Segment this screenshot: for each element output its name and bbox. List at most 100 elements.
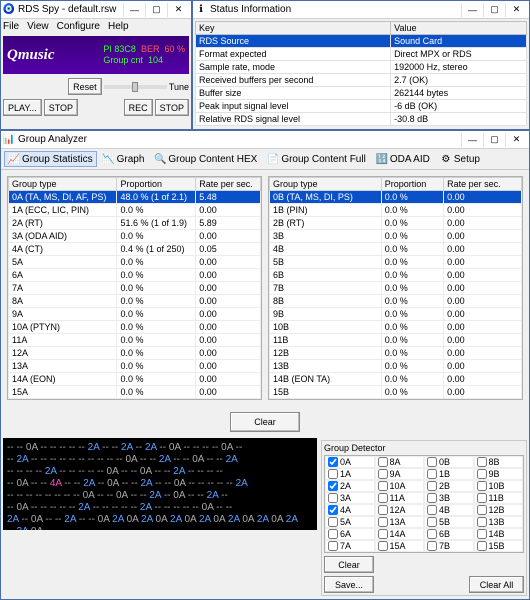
close-button[interactable]: ✕ <box>505 3 527 17</box>
stop-play-button[interactable]: STOP <box>44 99 78 116</box>
detector-checkbox[interactable] <box>477 505 487 515</box>
tool-group-content-full[interactable]: 📄Group Content Full <box>263 151 370 167</box>
detector-item-4B[interactable]: 4B <box>424 504 474 516</box>
detector-checkbox[interactable] <box>328 457 338 467</box>
detector-item-5A[interactable]: 5A <box>325 516 375 528</box>
group-row[interactable]: 11B0.0 %0.00 <box>270 334 522 347</box>
status-row[interactable]: Buffer size262144 bytes <box>196 87 527 100</box>
detector-checkbox[interactable] <box>427 493 437 503</box>
detector-checkbox[interactable] <box>477 529 487 539</box>
group-row[interactable]: 1A (ECC, LIC, PIN)0.0 %0.00 <box>9 204 261 217</box>
detector-checkbox[interactable] <box>328 481 338 491</box>
detector-checkbox[interactable] <box>427 541 437 551</box>
detector-checkbox[interactable] <box>477 457 487 467</box>
status-row[interactable]: Relative RDS signal level-30.8 dB <box>196 113 527 126</box>
detector-item-9B[interactable]: 9B <box>474 468 524 480</box>
minimize-button[interactable]: — <box>461 3 483 17</box>
detector-item-15B[interactable]: 15B <box>474 540 524 552</box>
detector-item-12A[interactable]: 12A <box>375 504 425 516</box>
status-row[interactable]: Received buffers per second2.7 (OK) <box>196 74 527 87</box>
group-row[interactable]: 6A0.0 %0.00 <box>9 269 261 282</box>
detector-item-2B[interactable]: 2B <box>424 480 474 492</box>
detector-checkbox[interactable] <box>477 517 487 527</box>
analyzer-titlebar[interactable]: 📊 Group Analyzer — ▢ ✕ <box>1 131 529 149</box>
detector-checkbox[interactable] <box>378 517 388 527</box>
group-row[interactable]: 9A0.0 %0.00 <box>9 308 261 321</box>
detector-checkbox[interactable] <box>427 469 437 479</box>
group-row[interactable]: 0A (TA, MS, DI, AF, PS)48.0 % (1 of 2.1)… <box>9 191 261 204</box>
group-row[interactable]: 7A0.0 %0.00 <box>9 282 261 295</box>
detector-checkbox[interactable] <box>328 541 338 551</box>
detector-checkbox[interactable] <box>427 517 437 527</box>
detector-item-7A[interactable]: 7A <box>325 540 375 552</box>
group-row[interactable]: 7B0.0 %0.00 <box>270 282 522 295</box>
detector-checkbox[interactable] <box>477 493 487 503</box>
status-row[interactable]: Format expectedDirect MPX or RDS <box>196 48 527 61</box>
detector-checkbox[interactable] <box>328 517 338 527</box>
group-row[interactable]: 8A0.0 %0.00 <box>9 295 261 308</box>
detector-checkbox[interactable] <box>477 469 487 479</box>
detector-checkbox[interactable] <box>378 481 388 491</box>
detector-item-13A[interactable]: 13A <box>375 516 425 528</box>
detector-item-6B[interactable]: 6B <box>424 528 474 540</box>
detector-item-15A[interactable]: 15A <box>375 540 425 552</box>
detector-clear-button[interactable]: Clear <box>324 556 374 573</box>
group-row[interactable]: 6B0.0 %0.00 <box>270 269 522 282</box>
detector-checkbox[interactable] <box>427 457 437 467</box>
group-row[interactable]: 14A (EON)0.0 %0.00 <box>9 373 261 386</box>
rec-button[interactable]: REC <box>124 99 153 116</box>
group-row[interactable]: 11A0.0 %0.00 <box>9 334 261 347</box>
tune-slider[interactable] <box>104 85 167 89</box>
group-row[interactable]: 2A (RT)51.6 % (1 of 1.9)5.89 <box>9 217 261 230</box>
maximize-button[interactable]: ▢ <box>145 3 167 17</box>
group-row[interactable]: 5B0.0 %0.00 <box>270 256 522 269</box>
minimize-button[interactable]: — <box>461 133 483 147</box>
menu-help[interactable]: Help <box>108 21 129 32</box>
clear-stats-button[interactable]: Clear <box>230 412 300 432</box>
maximize-button[interactable]: ▢ <box>483 133 505 147</box>
detector-checkbox[interactable] <box>378 493 388 503</box>
rds-spy-titlebar[interactable]: 🧿 RDS Spy - default.rsw — ▢ ✕ <box>1 1 191 19</box>
group-row[interactable]: 10B0.0 %0.00 <box>270 321 522 334</box>
close-button[interactable]: ✕ <box>167 3 189 17</box>
tool-setup[interactable]: ⚙Setup <box>436 151 484 167</box>
menu-view[interactable]: View <box>27 21 49 32</box>
detector-item-8A[interactable]: 8A <box>375 456 425 468</box>
group-row[interactable]: 0B (TA, MS, DI, PS)0.0 %0.00 <box>270 191 522 204</box>
detector-checkbox[interactable] <box>378 505 388 515</box>
group-row[interactable]: 12B0.0 %0.00 <box>270 347 522 360</box>
group-row[interactable]: 9B0.0 %0.00 <box>270 308 522 321</box>
detector-item-9A[interactable]: 9A <box>375 468 425 480</box>
group-row[interactable]: 15B0.0 %0.00 <box>270 386 522 399</box>
detector-checkbox[interactable] <box>328 493 338 503</box>
detector-item-14A[interactable]: 14A <box>375 528 425 540</box>
group-row[interactable]: 3A (ODA AID)0.0 %0.00 <box>9 230 261 243</box>
group-row[interactable]: 3B0.0 %0.00 <box>270 230 522 243</box>
status-titlebar[interactable]: ℹ Status Information — ▢ ✕ <box>193 1 529 19</box>
detector-checkbox[interactable] <box>378 529 388 539</box>
minimize-button[interactable]: — <box>123 3 145 17</box>
tool-group-statistics[interactable]: 📈Group Statistics <box>4 151 97 167</box>
detector-item-8B[interactable]: 8B <box>474 456 524 468</box>
detector-item-3A[interactable]: 3A <box>325 492 375 504</box>
detector-checkbox[interactable] <box>378 457 388 467</box>
detector-item-10A[interactable]: 10A <box>375 480 425 492</box>
detector-item-11B[interactable]: 11B <box>474 492 524 504</box>
menu-configure[interactable]: Configure <box>57 21 100 32</box>
menu-file[interactable]: File <box>3 21 19 32</box>
detector-item-1B[interactable]: 1B <box>424 468 474 480</box>
tool-group-content-hex[interactable]: 🔍Group Content HEX <box>150 151 261 167</box>
detector-item-5B[interactable]: 5B <box>424 516 474 528</box>
status-row[interactable]: Peak input signal level-6 dB (OK) <box>196 100 527 113</box>
detector-checkbox[interactable] <box>328 529 338 539</box>
detector-item-4A[interactable]: 4A <box>325 504 375 516</box>
detector-item-6A[interactable]: 6A <box>325 528 375 540</box>
detector-checkbox[interactable] <box>378 469 388 479</box>
group-row[interactable]: 10A (PTYN)0.0 %0.00 <box>9 321 261 334</box>
detector-item-12B[interactable]: 12B <box>474 504 524 516</box>
group-row[interactable]: 4A (CT)0.4 % (1 of 250)0.05 <box>9 243 261 256</box>
detector-checkbox[interactable] <box>477 541 487 551</box>
status-row[interactable]: RDS SourceSound Card <box>196 35 527 48</box>
tool-graph[interactable]: 📉Graph <box>99 151 149 167</box>
group-row[interactable]: 4B0.0 %0.00 <box>270 243 522 256</box>
